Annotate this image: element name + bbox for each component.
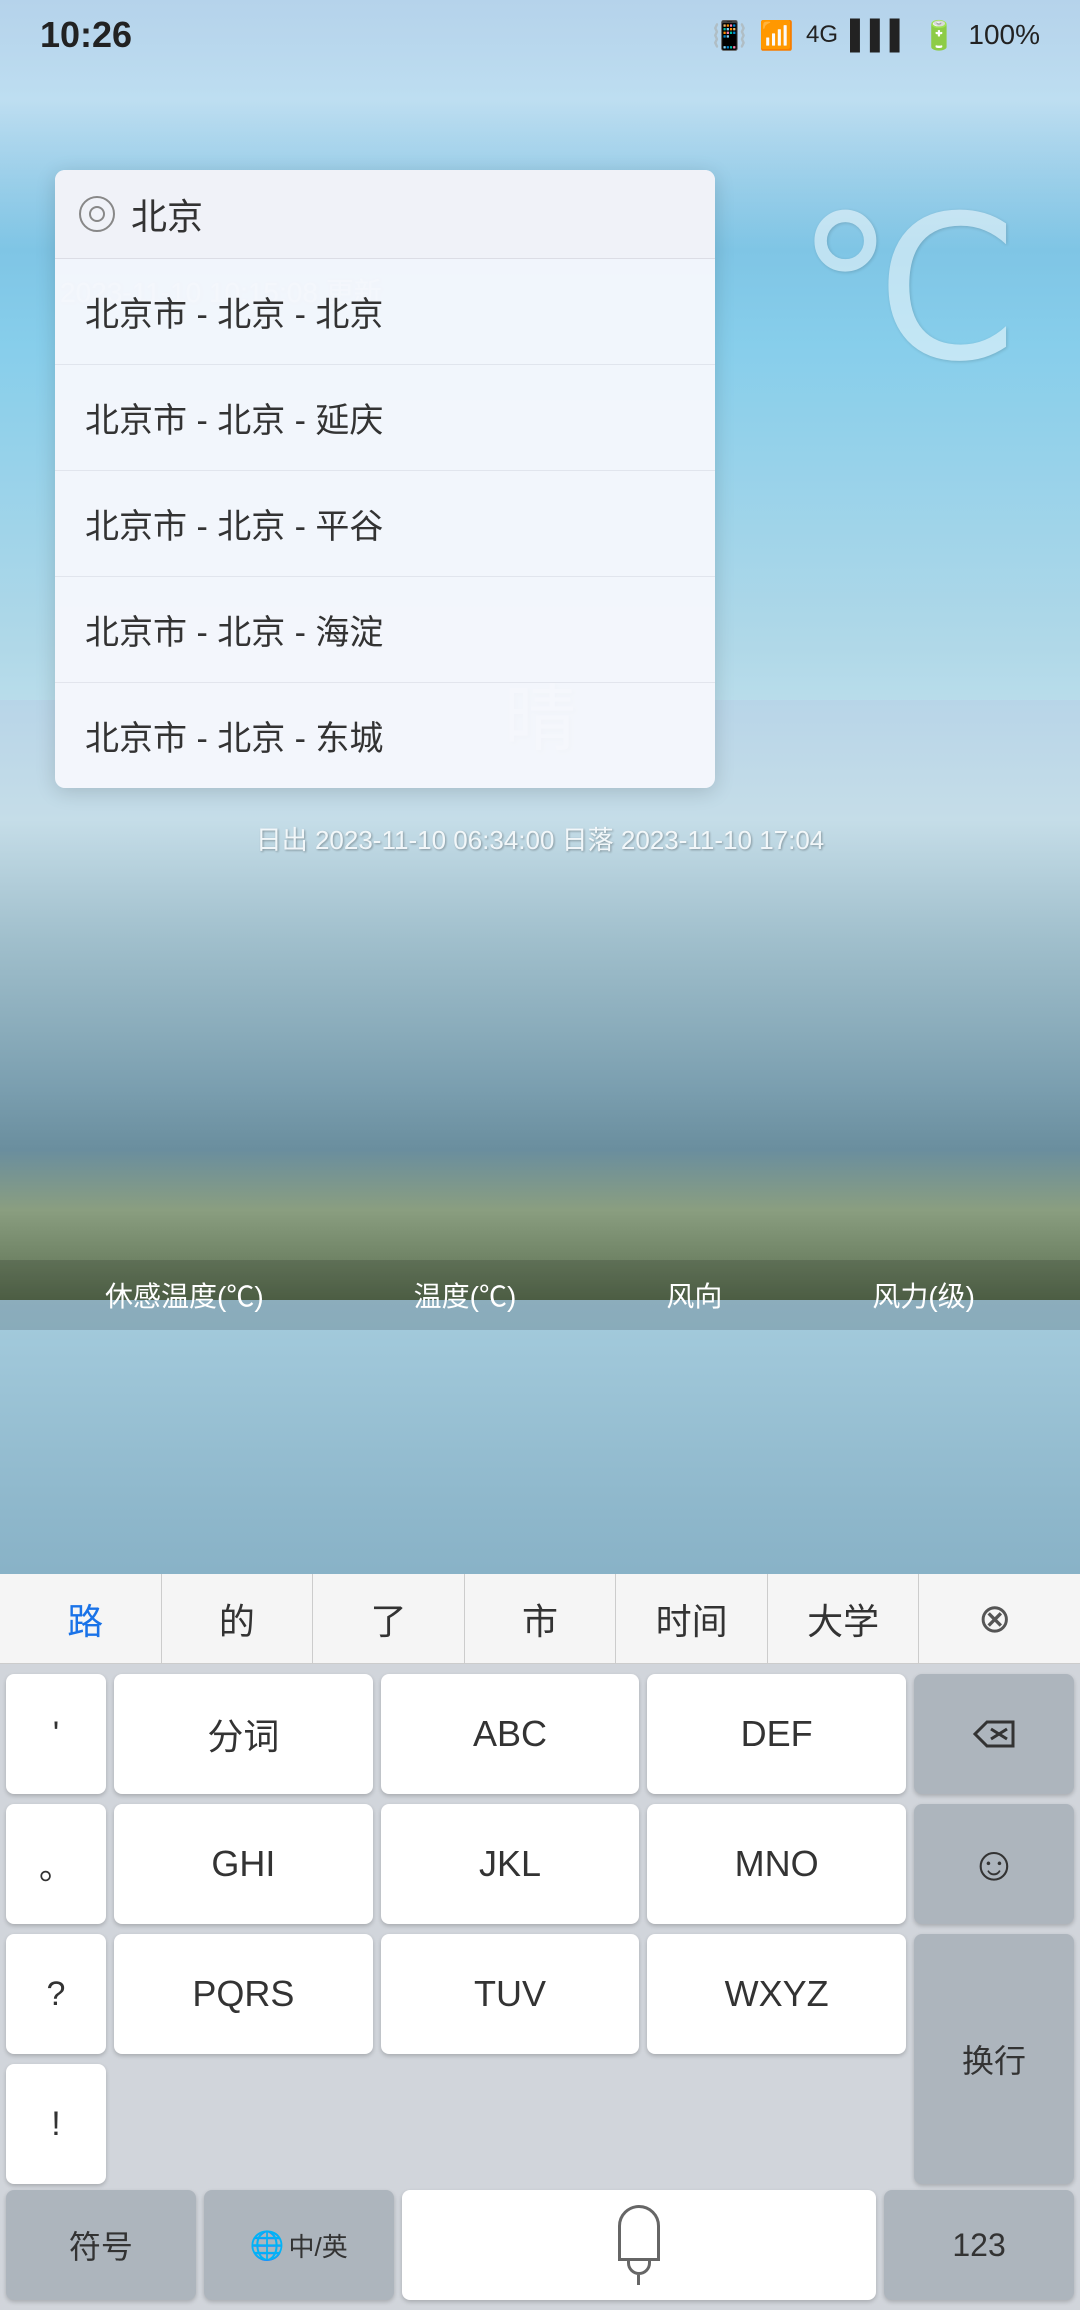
battery-icon: 🔋 [922,19,957,52]
col-wind-level: 风力(级) [872,1275,975,1315]
col-wind-dir: 风向 [666,1275,722,1315]
status-bar: 10:26 📳 📶 4G ▌▌▌ 🔋 100% [0,0,1080,70]
key-row-2: GHI JKL MNO [114,1804,906,1924]
key-abc[interactable]: ABC [381,1674,640,1794]
sun-info: 日出 2023-11-10 06:34:00 日落 2023-11-10 17:… [0,820,1080,857]
key-def[interactable]: DEF [647,1674,906,1794]
status-icons: 📳 📶 4G ▌▌▌ 🔋 100% [712,19,1040,52]
key-apostrophe[interactable]: ' [6,1674,106,1794]
action-column: ☺ 换行 [914,1674,1074,2184]
search-input-text[interactable]: 北京 [131,188,203,240]
key-123[interactable]: 123 [884,2190,1074,2300]
alpha-grid: 分词 ABC DEF GHI JKL MNO [114,1674,906,2184]
search-bar-row[interactable]: 北京 [55,170,715,259]
search-icon-inner [89,206,105,222]
key-symbol[interactable]: 符号 [6,2190,196,2300]
key-row-4 [114,2064,906,2184]
key-jkl[interactable]: JKL [381,1804,640,1924]
signal-bars: ▌▌▌ [850,19,910,51]
suggestion-shi[interactable]: 市 [465,1574,617,1663]
mountain-background [0,700,1080,1300]
wifi-icon: 📶 [759,19,794,52]
microphone-icon [618,2205,660,2261]
suggestion-shijian[interactable]: 时间 [616,1574,768,1663]
key-ghi[interactable]: GHI [114,1804,373,1924]
suggestion-daxue[interactable]: 大学 [768,1574,920,1663]
backspace-icon [969,1714,1019,1754]
key-emoji[interactable]: ☺ [914,1804,1074,1924]
dropdown-item-3[interactable]: 北京市 - 北京 - 海淀 [55,577,715,683]
key-wxyz[interactable]: WXYZ [647,1934,906,2054]
keys-main-area: ' 。 ? ! 分词 ABC DEF [0,1664,1080,2190]
suggestion-de[interactable]: 的 [162,1574,314,1663]
globe-icon: 🌐 [250,2229,285,2262]
vibrate-icon: 📳 [712,19,747,52]
key-exclaim[interactable]: ! [6,2064,106,2184]
smiley-icon: ☺ [969,1837,1018,1892]
status-time: 10:26 [40,14,132,56]
mic-stand [627,2261,651,2275]
dropdown-list: 北京 北京市 - 北京 - 北京 北京市 - 北京 - 延庆 北京市 - 北京 … [55,170,715,788]
mic-line [637,2275,640,2285]
battery-percentage: 100% [968,19,1040,51]
suggestion-le[interactable]: 了 [313,1574,465,1663]
key-fenci[interactable]: 分词 [114,1674,373,1794]
key-row-3: PQRS TUV WXYZ [114,1934,906,2054]
search-icon [79,196,115,232]
suggestion-lu[interactable]: 路 [10,1574,162,1663]
key-tuv[interactable]: TUV [381,1934,640,2054]
dropdown-item-4[interactable]: 北京市 - 北京 - 东城 [55,683,715,788]
suggestion-delete[interactable]: ⊗ [919,1574,1070,1663]
punct-column: ' 。 ? ! [6,1674,106,2184]
bottom-key-row: 符号 🌐 中/英 123 [0,2190,1080,2310]
weather-table-header: 休感温度(℃) 温度(℃) 风向 风力(级) [0,1260,1080,1330]
col-feels-like: 休感温度(℃) [105,1275,264,1315]
col-temp: 温度(℃) [414,1275,517,1315]
key-question[interactable]: ? [6,1934,106,2054]
key-space[interactable] [402,2190,877,2300]
key-backspace[interactable] [914,1674,1074,1794]
signal-icon: 4G [806,21,838,49]
key-period[interactable]: 。 [6,1804,106,1924]
dropdown-item-0[interactable]: 北京市 - 北京 - 北京 [55,259,715,365]
key-enter[interactable]: 换行 [914,1934,1074,2184]
key-language[interactable]: 🌐 中/英 [204,2190,394,2300]
key-pqrs[interactable]: PQRS [114,1934,373,2054]
dropdown-item-2[interactable]: 北京市 - 北京 - 平谷 [55,471,715,577]
dropdown-item-1[interactable]: 北京市 - 北京 - 延庆 [55,365,715,471]
delete-circle-icon: ⊗ [978,1596,1012,1642]
keyboard: 路 的 了 市 时间 大学 ⊗ ' 。 [0,1574,1080,2310]
weather-temp-symbol: ℃ [795,190,1020,390]
key-mno[interactable]: MNO [647,1804,906,1924]
key-row-1: 分词 ABC DEF [114,1674,906,1794]
suggestion-bar: 路 的 了 市 时间 大学 ⊗ [0,1574,1080,1664]
